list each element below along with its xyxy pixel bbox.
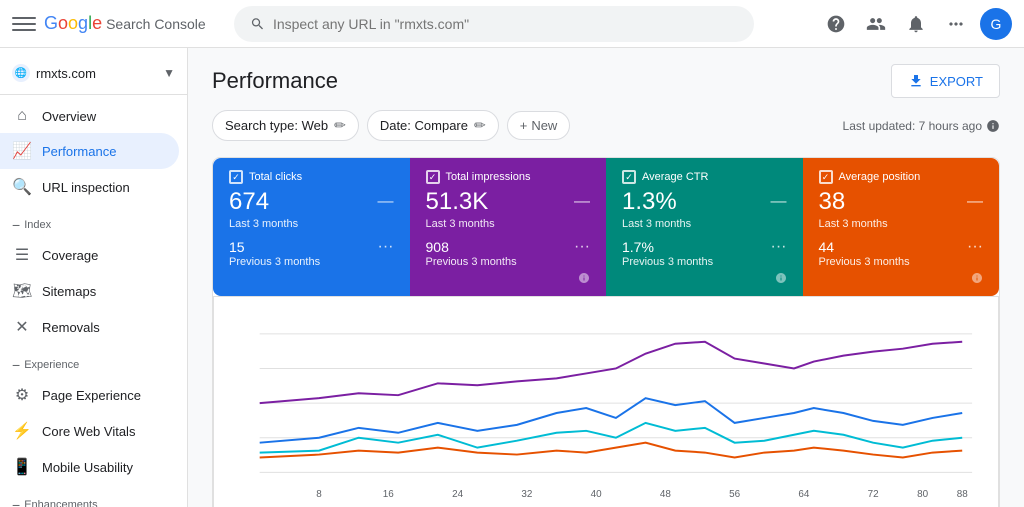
position-dash: — [967, 193, 983, 211]
impressions-dots: ··· [574, 238, 590, 256]
sidebar-item-coverage[interactable]: ☰ Coverage [0, 237, 179, 273]
filter-bar: Search type: Web ✏ Date: Compare ✏ + New… [212, 110, 1000, 141]
mobile-usability-icon: 📱 [12, 457, 32, 477]
sidebar-item-performance[interactable]: 📈 Performance [0, 133, 179, 169]
ctr-dots: ··· [771, 238, 787, 256]
sidebar: 🌐 rmxts.com ▼ ⌂ Overview 📈 Performance 🔍… [0, 48, 188, 507]
url-inspection-icon: 🔍 [12, 177, 32, 197]
search-bar[interactable] [234, 6, 754, 42]
svg-text:72: 72 [868, 489, 879, 500]
info-icon [986, 119, 1000, 133]
sidebar-item-url-inspection[interactable]: 🔍 URL inspection [0, 169, 179, 205]
top-icons: G [820, 8, 1012, 40]
section-experience: Experience [0, 345, 187, 377]
ctr-check: ✓ [622, 170, 636, 184]
position-dots: ··· [967, 238, 983, 256]
edit-icon: ✏ [334, 117, 346, 134]
last-updated: Last updated: 7 hours ago [843, 119, 1000, 133]
stat-card-position[interactable]: ✓ Average position 38 — Last 3 months 44… [803, 158, 1000, 296]
export-icon [908, 73, 924, 89]
main-content: Performance EXPORT Search type: Web ✏ Da… [188, 48, 1024, 507]
ctr-info-icon [775, 272, 787, 284]
section-enhancements: Enhancements [0, 485, 187, 507]
sidebar-item-page-experience[interactable]: ⚙ Page Experience [0, 377, 179, 413]
stat-card-ctr[interactable]: ✓ Average CTR 1.3% — Last 3 months 1.7% … [606, 158, 803, 296]
stat-card-clicks[interactable]: ✓ Total clicks 674 — Last 3 months 15 ··… [213, 158, 410, 296]
core-web-vitals-icon: ⚡ [12, 421, 32, 441]
performance-chart: 8 16 24 32 40 48 56 64 72 80 88 [230, 313, 982, 507]
sidebar-item-label: Performance [42, 144, 116, 159]
sidebar-item-mobile-usability[interactable]: 📱 Mobile Usability [0, 449, 179, 485]
sidebar-item-core-web-vitals[interactable]: ⚡ Core Web Vitals [0, 413, 179, 449]
layout: 🌐 rmxts.com ▼ ⌂ Overview 📈 Performance 🔍… [0, 48, 1024, 507]
sidebar-item-removals[interactable]: ✕ Removals [0, 309, 179, 345]
svg-text:88: 88 [957, 489, 968, 500]
svg-text:56: 56 [729, 489, 740, 500]
clicks-check: ✓ [229, 170, 243, 184]
svg-text:48: 48 [660, 489, 671, 500]
main-header: Performance EXPORT [212, 64, 1000, 98]
sitemaps-icon: 🗺 [12, 281, 32, 301]
export-button[interactable]: EXPORT [891, 64, 1000, 98]
avatar[interactable]: G [980, 8, 1012, 40]
svg-text:64: 64 [798, 489, 809, 500]
sidebar-item-sitemaps[interactable]: 🗺 Sitemaps [0, 273, 179, 309]
section-index: Index [0, 205, 187, 237]
domain-selector[interactable]: 🌐 rmxts.com ▼ [0, 56, 187, 95]
url-inspection-input[interactable] [273, 16, 738, 32]
sidebar-item-label: Sitemaps [42, 284, 96, 299]
help-icon[interactable] [820, 8, 852, 40]
sidebar-item-label: Overview [42, 109, 96, 124]
clicks-dots: ··· [378, 238, 394, 256]
ctr-dash: — [771, 193, 787, 211]
users-icon[interactable] [860, 8, 892, 40]
svg-text:32: 32 [521, 489, 532, 500]
date-filter[interactable]: Date: Compare ✏ [367, 110, 499, 141]
position-check: ✓ [819, 170, 833, 184]
grid-icon[interactable] [940, 8, 972, 40]
sidebar-item-overview[interactable]: ⌂ Overview [0, 99, 179, 133]
plus-icon: + [520, 118, 528, 133]
search-type-filter[interactable]: Search type: Web ✏ [212, 110, 359, 141]
performance-icon: 📈 [12, 141, 32, 161]
sidebar-item-label: Mobile Usability [42, 460, 133, 475]
chart-container: 8 16 24 32 40 48 56 64 72 80 88 [213, 296, 999, 507]
bell-icon[interactable] [900, 8, 932, 40]
svg-text:40: 40 [591, 489, 602, 500]
impressions-check: ✓ [426, 170, 440, 184]
impressions-info-icon [578, 272, 590, 284]
sidebar-item-label: Removals [42, 320, 100, 335]
overview-icon: ⌂ [12, 107, 32, 125]
add-filter-button[interactable]: + New [507, 111, 571, 140]
stats-row: ✓ Total clicks 674 — Last 3 months 15 ··… [213, 158, 999, 296]
svg-text:24: 24 [452, 489, 463, 500]
google-logo: Google Search Console [44, 13, 206, 34]
svg-text:8: 8 [316, 489, 322, 500]
page-experience-icon: ⚙ [12, 385, 32, 405]
coverage-icon: ☰ [12, 245, 32, 265]
stat-card-impressions[interactable]: ✓ Total impressions 51.3K — Last 3 month… [410, 158, 607, 296]
hamburger-menu[interactable] [12, 12, 36, 36]
stats-chart-wrapper: ✓ Total clicks 674 — Last 3 months 15 ··… [212, 157, 1000, 507]
edit-icon: ✏ [474, 117, 486, 134]
removals-icon: ✕ [12, 317, 32, 337]
clicks-dash: — [378, 193, 394, 211]
search-icon [250, 16, 265, 32]
impressions-dash: — [574, 193, 590, 211]
sidebar-item-label: Page Experience [42, 388, 141, 403]
svg-text:16: 16 [383, 489, 394, 500]
position-info-icon [971, 272, 983, 284]
domain-name: rmxts.com [36, 66, 157, 81]
sidebar-item-label: Coverage [42, 248, 98, 263]
domain-arrow-icon[interactable]: ▼ [163, 66, 175, 80]
page-title: Performance [212, 68, 338, 94]
sidebar-item-label: URL inspection [42, 180, 130, 195]
svg-text:80: 80 [917, 489, 928, 500]
sidebar-item-label: Core Web Vitals [42, 424, 135, 439]
top-bar: Google Search Console G [0, 0, 1024, 48]
domain-icon: 🌐 [12, 64, 30, 82]
